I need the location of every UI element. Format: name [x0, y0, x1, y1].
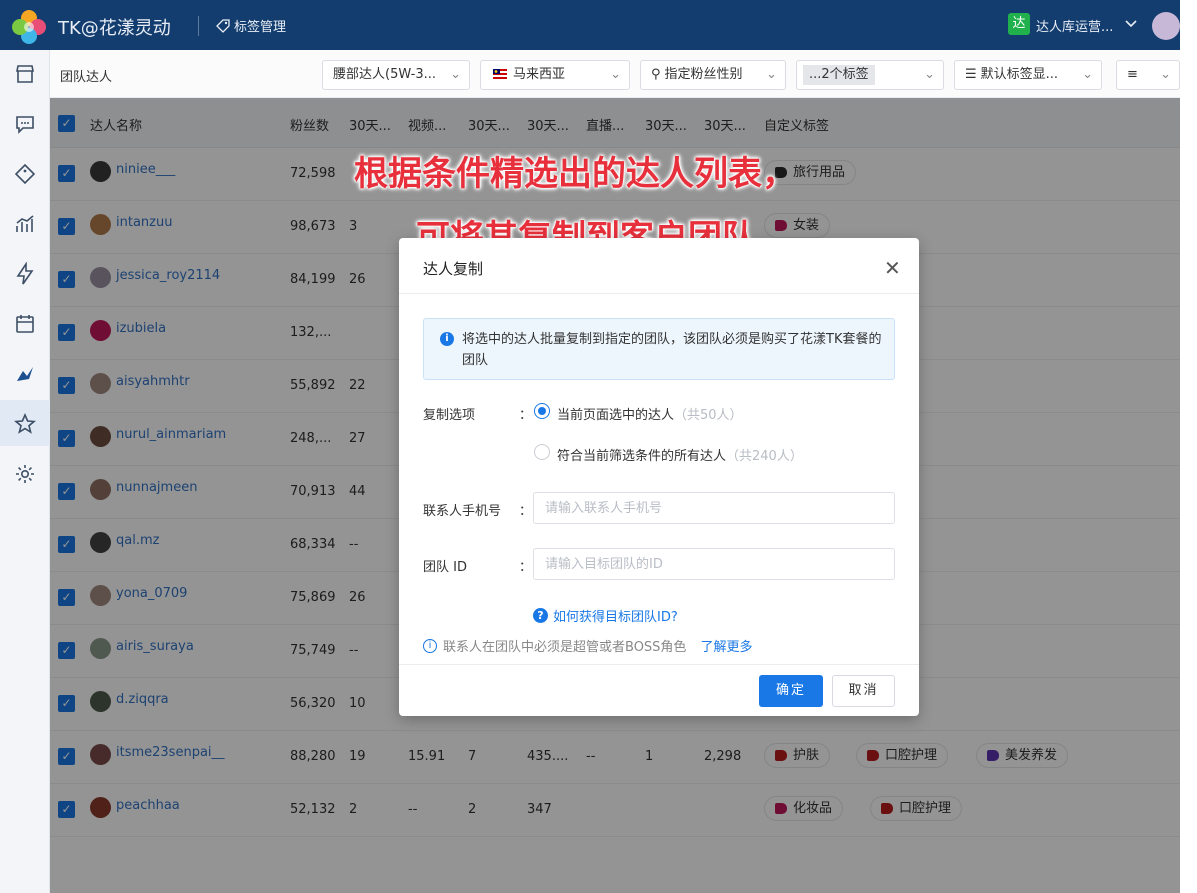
app-logo[interactable]	[10, 8, 48, 46]
dialog-footer-divider	[399, 664, 919, 665]
gender-filter-select[interactable]: ⚲ 指定粉丝性别 ⌄	[640, 60, 786, 90]
chevron-down-icon: ⌄	[1082, 67, 1093, 82]
tag-display-value: 默认标签显...	[980, 67, 1059, 82]
chevron-down-icon: ⌄	[610, 67, 621, 82]
chevron-down-icon: ⌄	[1160, 67, 1171, 82]
tags-filter-select[interactable]: ...2个标签 ⌄	[796, 60, 944, 90]
region-filter-select[interactable]: 马来西亚 ⌄	[480, 60, 630, 90]
tag-icon	[216, 18, 230, 33]
sort-select[interactable]: ≡ ⌄	[1116, 60, 1180, 90]
option2-text: 符合当前筛选条件的所有达人	[557, 449, 727, 464]
phone-label: 联系人手机号	[423, 504, 502, 519]
chat-icon[interactable]	[13, 112, 37, 136]
tag-management-link[interactable]: 标签管理	[216, 16, 286, 35]
flag-icon[interactable]	[13, 362, 37, 386]
option1-count: （共50人）	[674, 408, 743, 423]
side-nav	[0, 50, 50, 893]
radio-all-filtered-talents-label[interactable]: 符合当前筛选条件的所有达人（共240人）	[557, 445, 803, 464]
team-id-help-link[interactable]: ? 如何获得目标团队ID?	[533, 606, 678, 625]
radio-all-filtered-talents[interactable]	[534, 444, 550, 460]
header-divider	[198, 16, 199, 36]
confirm-button[interactable]: 确定	[759, 675, 823, 707]
copy-option-colon: ：	[519, 408, 533, 423]
lightning-icon[interactable]	[13, 261, 37, 286]
app-title: TK@花漾灵动	[58, 18, 171, 39]
tag-management-label: 标签管理	[234, 20, 287, 35]
info-alert-text: 将选中的达人批量复制到指定的团队，该团队必须是购买了花漾TK套餐的团队	[462, 332, 882, 368]
radio-selected-talents-label[interactable]: 当前页面选中的达人（共50人）	[557, 404, 743, 423]
dialog-divider	[399, 293, 919, 294]
star-icon[interactable]	[13, 412, 37, 436]
top-bar: TK@花漾灵动 标签管理 达 达人库运营...	[0, 0, 1180, 50]
gender-filter-value: 指定粉丝性别	[664, 67, 743, 82]
phone-input[interactable]	[533, 492, 895, 524]
role-note-text: 联系人在团队中必须是超管或者BOSS角色	[443, 640, 687, 655]
chevron-down-icon: ⌄	[924, 67, 935, 82]
dialog-title: 达人复制	[423, 260, 484, 278]
team-id-help-text: 如何获得目标团队ID?	[553, 610, 678, 625]
option1-text: 当前页面选中的达人	[557, 408, 675, 423]
chevron-down-icon: ⌄	[766, 67, 777, 82]
info-outline-icon: i	[423, 638, 437, 653]
info-alert: i 将选中的达人批量复制到指定的团队，该团队必须是购买了花漾TK套餐的团队	[423, 318, 895, 380]
radio-selected-talents[interactable]	[534, 403, 550, 419]
store-icon[interactable]	[13, 62, 37, 86]
team-id-label: 团队 ID	[423, 560, 467, 575]
learn-more-link[interactable]: 了解更多	[700, 636, 752, 655]
role-note: i 联系人在团队中必须是超管或者BOSS角色 了解更多	[423, 636, 752, 655]
copy-option-label: 复制选项	[423, 408, 476, 423]
region-filter-value: 马来西亚	[513, 67, 566, 82]
team-badge: 达	[1008, 13, 1030, 35]
sort-icon: ≡	[1127, 67, 1138, 82]
analytics-icon[interactable]	[13, 212, 37, 236]
person-icon: ⚲	[651, 67, 661, 82]
annotation-line-1: 根据条件精选出的达人列表，	[354, 154, 796, 194]
list-icon: ☰	[965, 67, 977, 82]
user-menu[interactable]: 达人库运营...	[1036, 16, 1113, 35]
tier-filter-select[interactable]: 腰部达人(5W-3... ⌄	[322, 60, 470, 90]
tier-filter-value: 腰部达人(5W-3...	[333, 67, 437, 82]
chevron-down-icon: ⌄	[450, 67, 461, 82]
chevron-down-icon[interactable]	[1124, 14, 1138, 34]
cancel-button[interactable]: 取消	[832, 675, 895, 707]
tags-filter-value: ...2个标签	[803, 65, 875, 85]
info-icon: i	[440, 332, 454, 346]
toolbar: 团队达人 腰部达人(5W-3... ⌄ 马来西亚 ⌄ ⚲ 指定粉丝性别 ⌄ ...…	[50, 50, 1180, 98]
question-icon: ?	[533, 608, 548, 623]
phone-colon: ：	[519, 504, 533, 519]
option2-count: （共240人）	[726, 449, 803, 464]
tag-display-select[interactable]: ☰ 默认标签显... ⌄	[954, 60, 1102, 90]
gear-icon[interactable]	[13, 462, 37, 486]
copy-talent-dialog: 达人复制 ✕ i 将选中的达人批量复制到指定的团队，该团队必须是购买了花漾TK套…	[399, 238, 919, 716]
team-id-input[interactable]	[533, 548, 895, 580]
avatar[interactable]	[1152, 12, 1180, 40]
diamond-tag-icon[interactable]	[13, 162, 37, 186]
malaysia-flag-icon	[493, 69, 507, 79]
close-icon[interactable]: ✕	[884, 256, 901, 280]
calendar-icon[interactable]	[13, 312, 37, 336]
breadcrumb: 团队达人	[60, 70, 113, 85]
team-id-colon: ：	[519, 560, 533, 575]
